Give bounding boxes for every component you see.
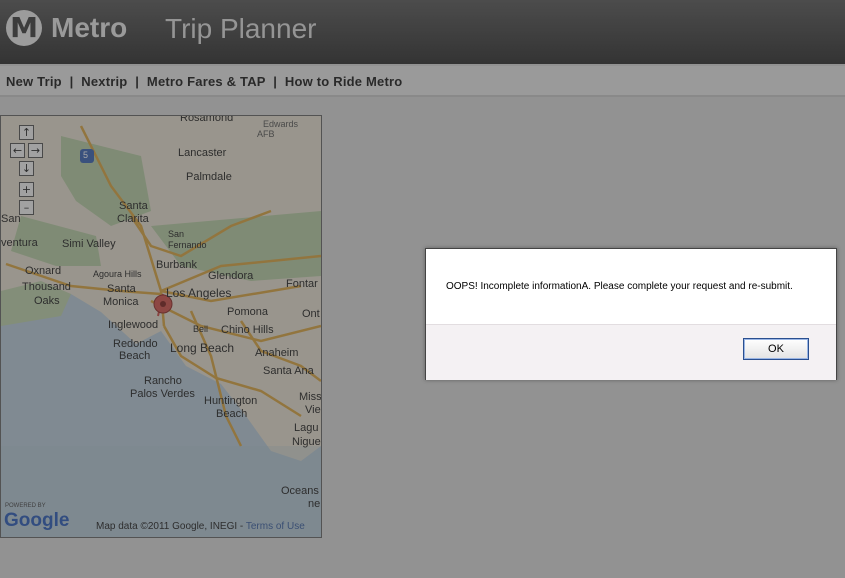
alert-dialog: OOPS! Incomplete informationA. Please co… — [425, 248, 837, 380]
dialog-footer: OK — [426, 324, 836, 380]
dialog-message: OOPS! Incomplete informationA. Please co… — [446, 281, 793, 292]
ok-button[interactable]: OK — [743, 338, 809, 360]
